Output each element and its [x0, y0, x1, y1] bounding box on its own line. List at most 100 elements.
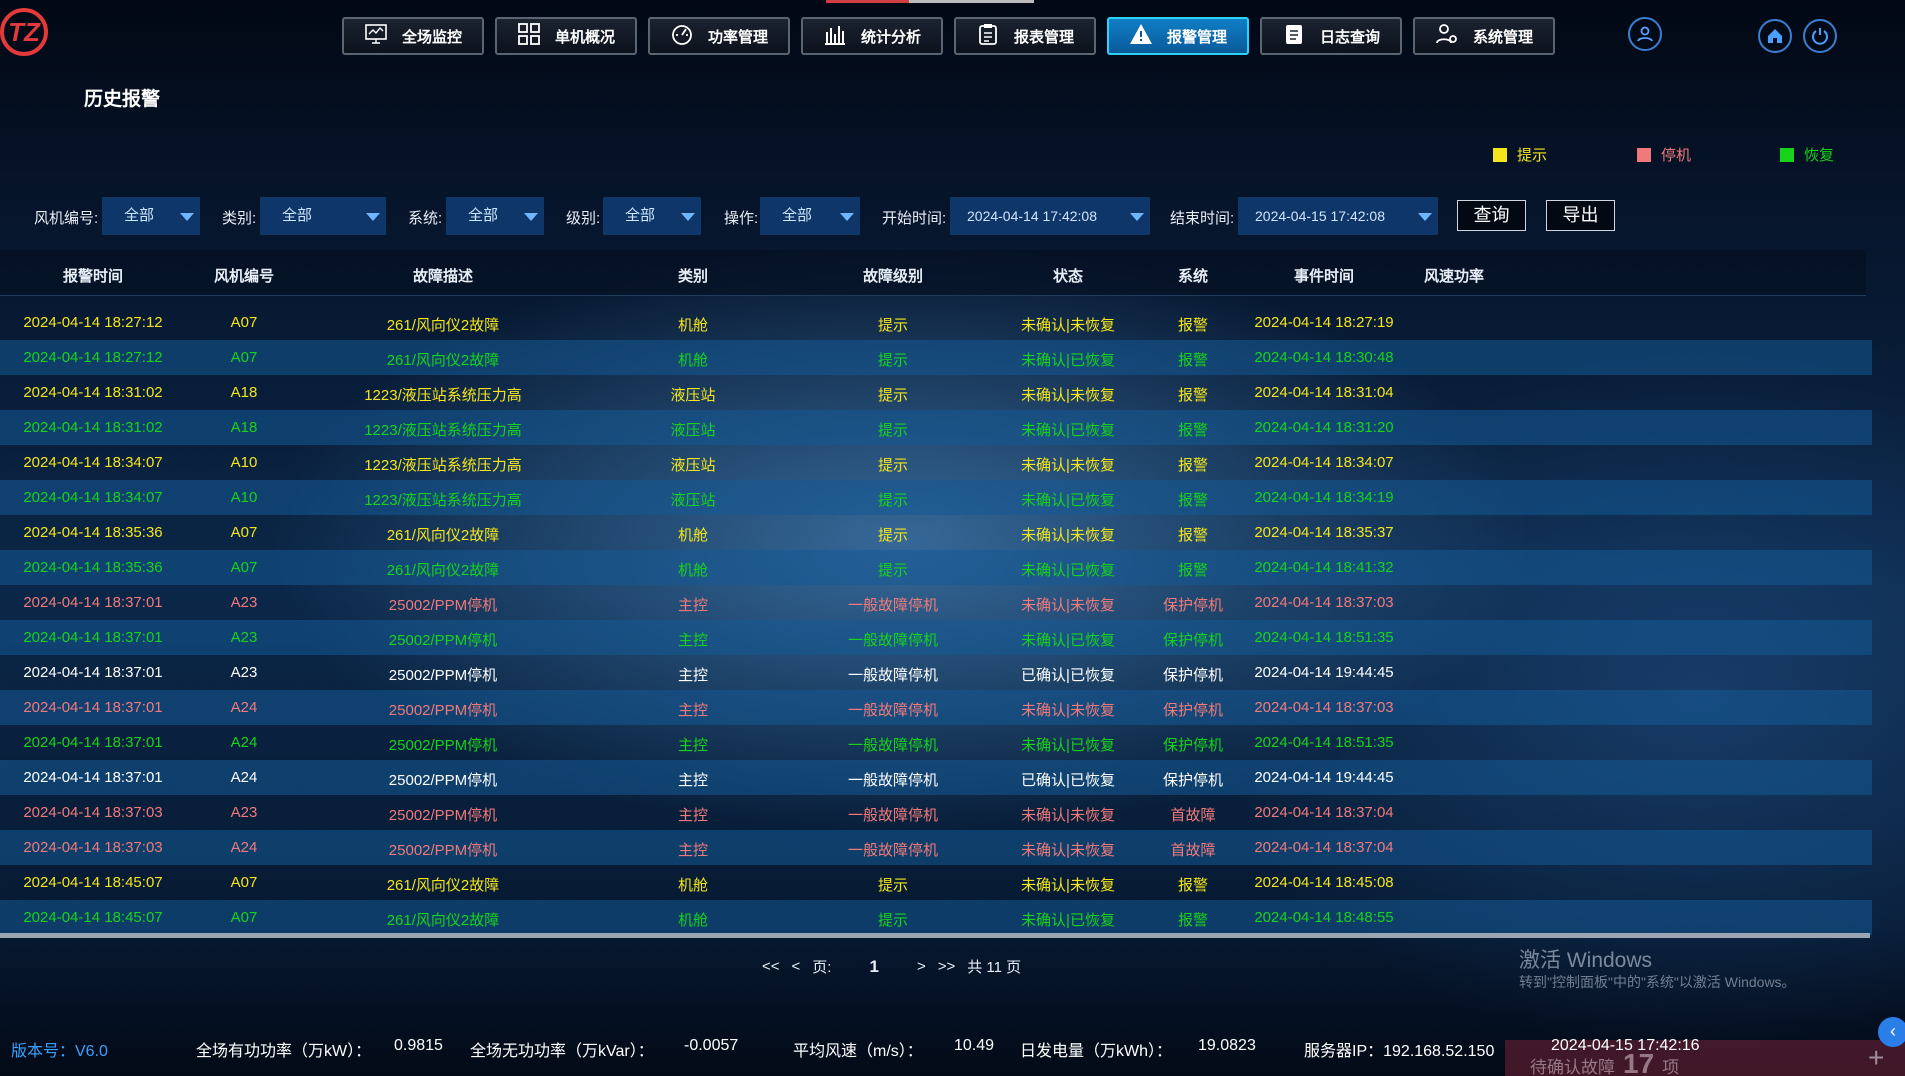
last-page-button[interactable]: >> [938, 958, 956, 975]
table-cell: A07 [230, 524, 258, 541]
nav-bar-chart-button[interactable]: 统计分析 [801, 17, 943, 55]
nav-warning-button[interactable]: 报警管理 [1107, 17, 1249, 55]
table-cell: 261/风向仪2故障 [386, 912, 500, 929]
server-ip: 服务器IP：192.168.52.150 [1304, 1043, 1495, 1060]
column-header[interactable]: 风速功率 [1374, 265, 1534, 286]
table-cell: A23 [230, 594, 258, 611]
table-cell: 主控 [677, 842, 708, 859]
table-cell: A07 [230, 909, 258, 926]
column-header[interactable]: 类别 [613, 265, 773, 286]
table-cell: 2024-04-14 18:27:19 [1254, 314, 1394, 331]
table-cell: 液压站 [670, 422, 716, 439]
table-cell: 机舱 [677, 527, 708, 544]
table-row[interactable]: 2024-04-14 18:31:02 A18 1223/液压站系统压力高 液压站 提示… [0, 410, 1872, 445]
turbine-select[interactable]: 全部 [102, 197, 200, 235]
category-filter-label: 类别: [222, 210, 257, 227]
table-cell: 提示 [877, 562, 908, 579]
table-row[interactable]: 2024-04-14 18:37:01 A23 25002/PPM停机 主控 一般故障停… [0, 620, 1872, 655]
current-page[interactable]: 1 [869, 957, 878, 977]
legend-recover-label: 恢复 [1804, 147, 1835, 164]
table-row[interactable]: 2024-04-14 18:27:12 A07 261/风向仪2故障 机舱 提示 未确认|… [0, 340, 1872, 375]
nav-notepad-button[interactable]: 日志查询 [1260, 17, 1402, 55]
level-select[interactable]: 全部 [603, 197, 701, 235]
nav-grid-button[interactable]: 单机概况 [495, 17, 637, 55]
category-select-value: 全部 [282, 207, 313, 224]
nav-label: 系统管理 [1472, 28, 1533, 46]
power-icon[interactable] [1803, 19, 1837, 53]
table-cell: 提示 [877, 387, 908, 404]
table-cell: A24 [230, 734, 258, 751]
column-header[interactable]: 风机编号 [164, 265, 324, 286]
wind-speed-value: 10.49 [954, 1037, 995, 1054]
column-header[interactable]: 故障级别 [813, 265, 973, 286]
end-time-input[interactable]: 2024-04-15 17:42:08 [1238, 197, 1438, 235]
active-power-value: 0.9815 [394, 1037, 443, 1054]
table-cell: 主控 [677, 667, 708, 684]
table-row[interactable]: 2024-04-14 18:37:01 A24 25002/PPM停机 主控 一般故障停… [0, 725, 1872, 760]
operation-select-value: 全部 [782, 207, 813, 224]
horizontal-scrollbar[interactable] [0, 933, 1870, 938]
plus-icon[interactable]: + [1868, 1042, 1884, 1074]
table-cell: 25002/PPM停机 [388, 737, 498, 754]
table-row[interactable]: 2024-04-14 18:37:03 A24 25002/PPM停机 主控 一般故障停… [0, 830, 1872, 865]
table-row[interactable]: 2024-04-14 18:35:36 A07 261/风向仪2故障 机舱 提示 未确认|… [0, 515, 1872, 550]
column-header[interactable]: 故障描述 [363, 265, 523, 286]
column-header[interactable]: 报警时间 [13, 265, 173, 286]
table-row[interactable]: 2024-04-14 18:27:12 A07 261/风向仪2故障 机舱 提示 未确认|… [0, 305, 1872, 340]
bar-chart-icon [823, 22, 847, 50]
pagination: << < 页: 1 > >> 共 11 页 [762, 956, 1021, 977]
operation-select[interactable]: 全部 [760, 197, 860, 235]
table-cell: 25002/PPM停机 [388, 772, 498, 789]
table-cell: 机舱 [677, 317, 708, 334]
table-cell: 261/风向仪2故障 [386, 527, 500, 544]
prev-page-button[interactable]: < [792, 958, 801, 975]
table-row[interactable]: 2024-04-14 18:37:01 A24 25002/PPM停机 主控 一般故障停… [0, 760, 1872, 795]
home-icon[interactable] [1758, 19, 1792, 53]
table-cell: 提示 [877, 317, 908, 334]
user-icon[interactable] [1628, 17, 1662, 51]
status-footer: 版本号：V6.0 全场有功功率（万kW）： 0.9815 全场无功功率（万kVa… [0, 1037, 1905, 1061]
table-cell: 1223/液压站系统压力高 [364, 422, 522, 439]
category-select[interactable]: 全部 [260, 197, 386, 235]
nav-gauge-button[interactable]: 功率管理 [648, 17, 790, 55]
table-row[interactable]: 2024-04-14 18:45:07 A07 261/风向仪2故障 机舱 提示 未确认|… [0, 900, 1872, 935]
start-time-input[interactable]: 2024-04-14 17:42:08 [950, 197, 1150, 235]
wind-speed-label: 平均风速（m/s）： [793, 1043, 923, 1060]
table-cell: 25002/PPM停机 [388, 597, 498, 614]
table-row[interactable]: 2024-04-14 18:37:01 A24 25002/PPM停机 主控 一般故障停… [0, 690, 1872, 725]
reactive-power-label: 全场无功功率（万kVar）： [470, 1043, 654, 1060]
table-row[interactable]: 2024-04-14 18:37:03 A23 25002/PPM停机 主控 一般故障停… [0, 795, 1872, 830]
table-cell: 2024-04-14 18:45:08 [1254, 874, 1394, 891]
table-row[interactable]: 2024-04-14 18:35:36 A07 261/风向仪2故障 机舱 提示 未确认|… [0, 550, 1872, 585]
nav-label: 功率管理 [707, 28, 768, 46]
next-page-button[interactable]: > [917, 958, 926, 975]
table-row[interactable]: 2024-04-14 18:31:02 A18 1223/液压站系统压力高 液压站 提示… [0, 375, 1872, 410]
nav-clipboard-button[interactable]: 报表管理 [954, 17, 1096, 55]
table-row[interactable]: 2024-04-14 18:34:07 A10 1223/液压站系统压力高 液压站 提示… [0, 445, 1872, 480]
table-cell: A18 [230, 419, 258, 436]
table-cell: 提示 [877, 457, 908, 474]
query-button[interactable]: 查询 [1457, 200, 1526, 231]
nav-monitor-button[interactable]: 全场监控 [342, 17, 484, 55]
system-select[interactable]: 全部 [446, 197, 544, 235]
nav-users-gear-button[interactable]: 系统管理 [1413, 17, 1555, 55]
first-page-button[interactable]: << [762, 958, 780, 975]
table-cell: 25002/PPM停机 [388, 667, 498, 684]
table-cell: 261/风向仪2故障 [386, 352, 500, 369]
table-row[interactable]: 2024-04-14 18:37:01 A23 25002/PPM停机 主控 一般故障停… [0, 585, 1872, 620]
active-power-label: 全场有功功率（万kW）： [196, 1043, 372, 1060]
table-row[interactable]: 2024-04-14 18:34:07 A10 1223/液压站系统压力高 液压站 提示… [0, 480, 1872, 515]
top-accent-line [826, 0, 1034, 3]
legend-stop-swatch [1637, 147, 1651, 162]
table-cell: 2024-04-14 18:51:35 [1254, 629, 1394, 646]
table-cell: 2024-04-14 18:37:04 [1254, 804, 1394, 821]
nav-label: 全场监控 [401, 28, 462, 46]
table-cell: 261/风向仪2故障 [386, 317, 500, 334]
table-row[interactable]: 2024-04-14 18:45:07 A07 261/风向仪2故障 机舱 提示 未确认|… [0, 865, 1872, 900]
turbine-select-value: 全部 [124, 207, 155, 224]
table-cell: 2024-04-14 18:51:35 [1254, 734, 1394, 751]
table-row[interactable]: 2024-04-14 18:37:01 A23 25002/PPM停机 主控 一般故障停… [0, 655, 1872, 690]
table-cell: A18 [230, 384, 258, 401]
table-cell: 液压站 [670, 492, 716, 509]
export-button[interactable]: 导出 [1546, 200, 1615, 231]
